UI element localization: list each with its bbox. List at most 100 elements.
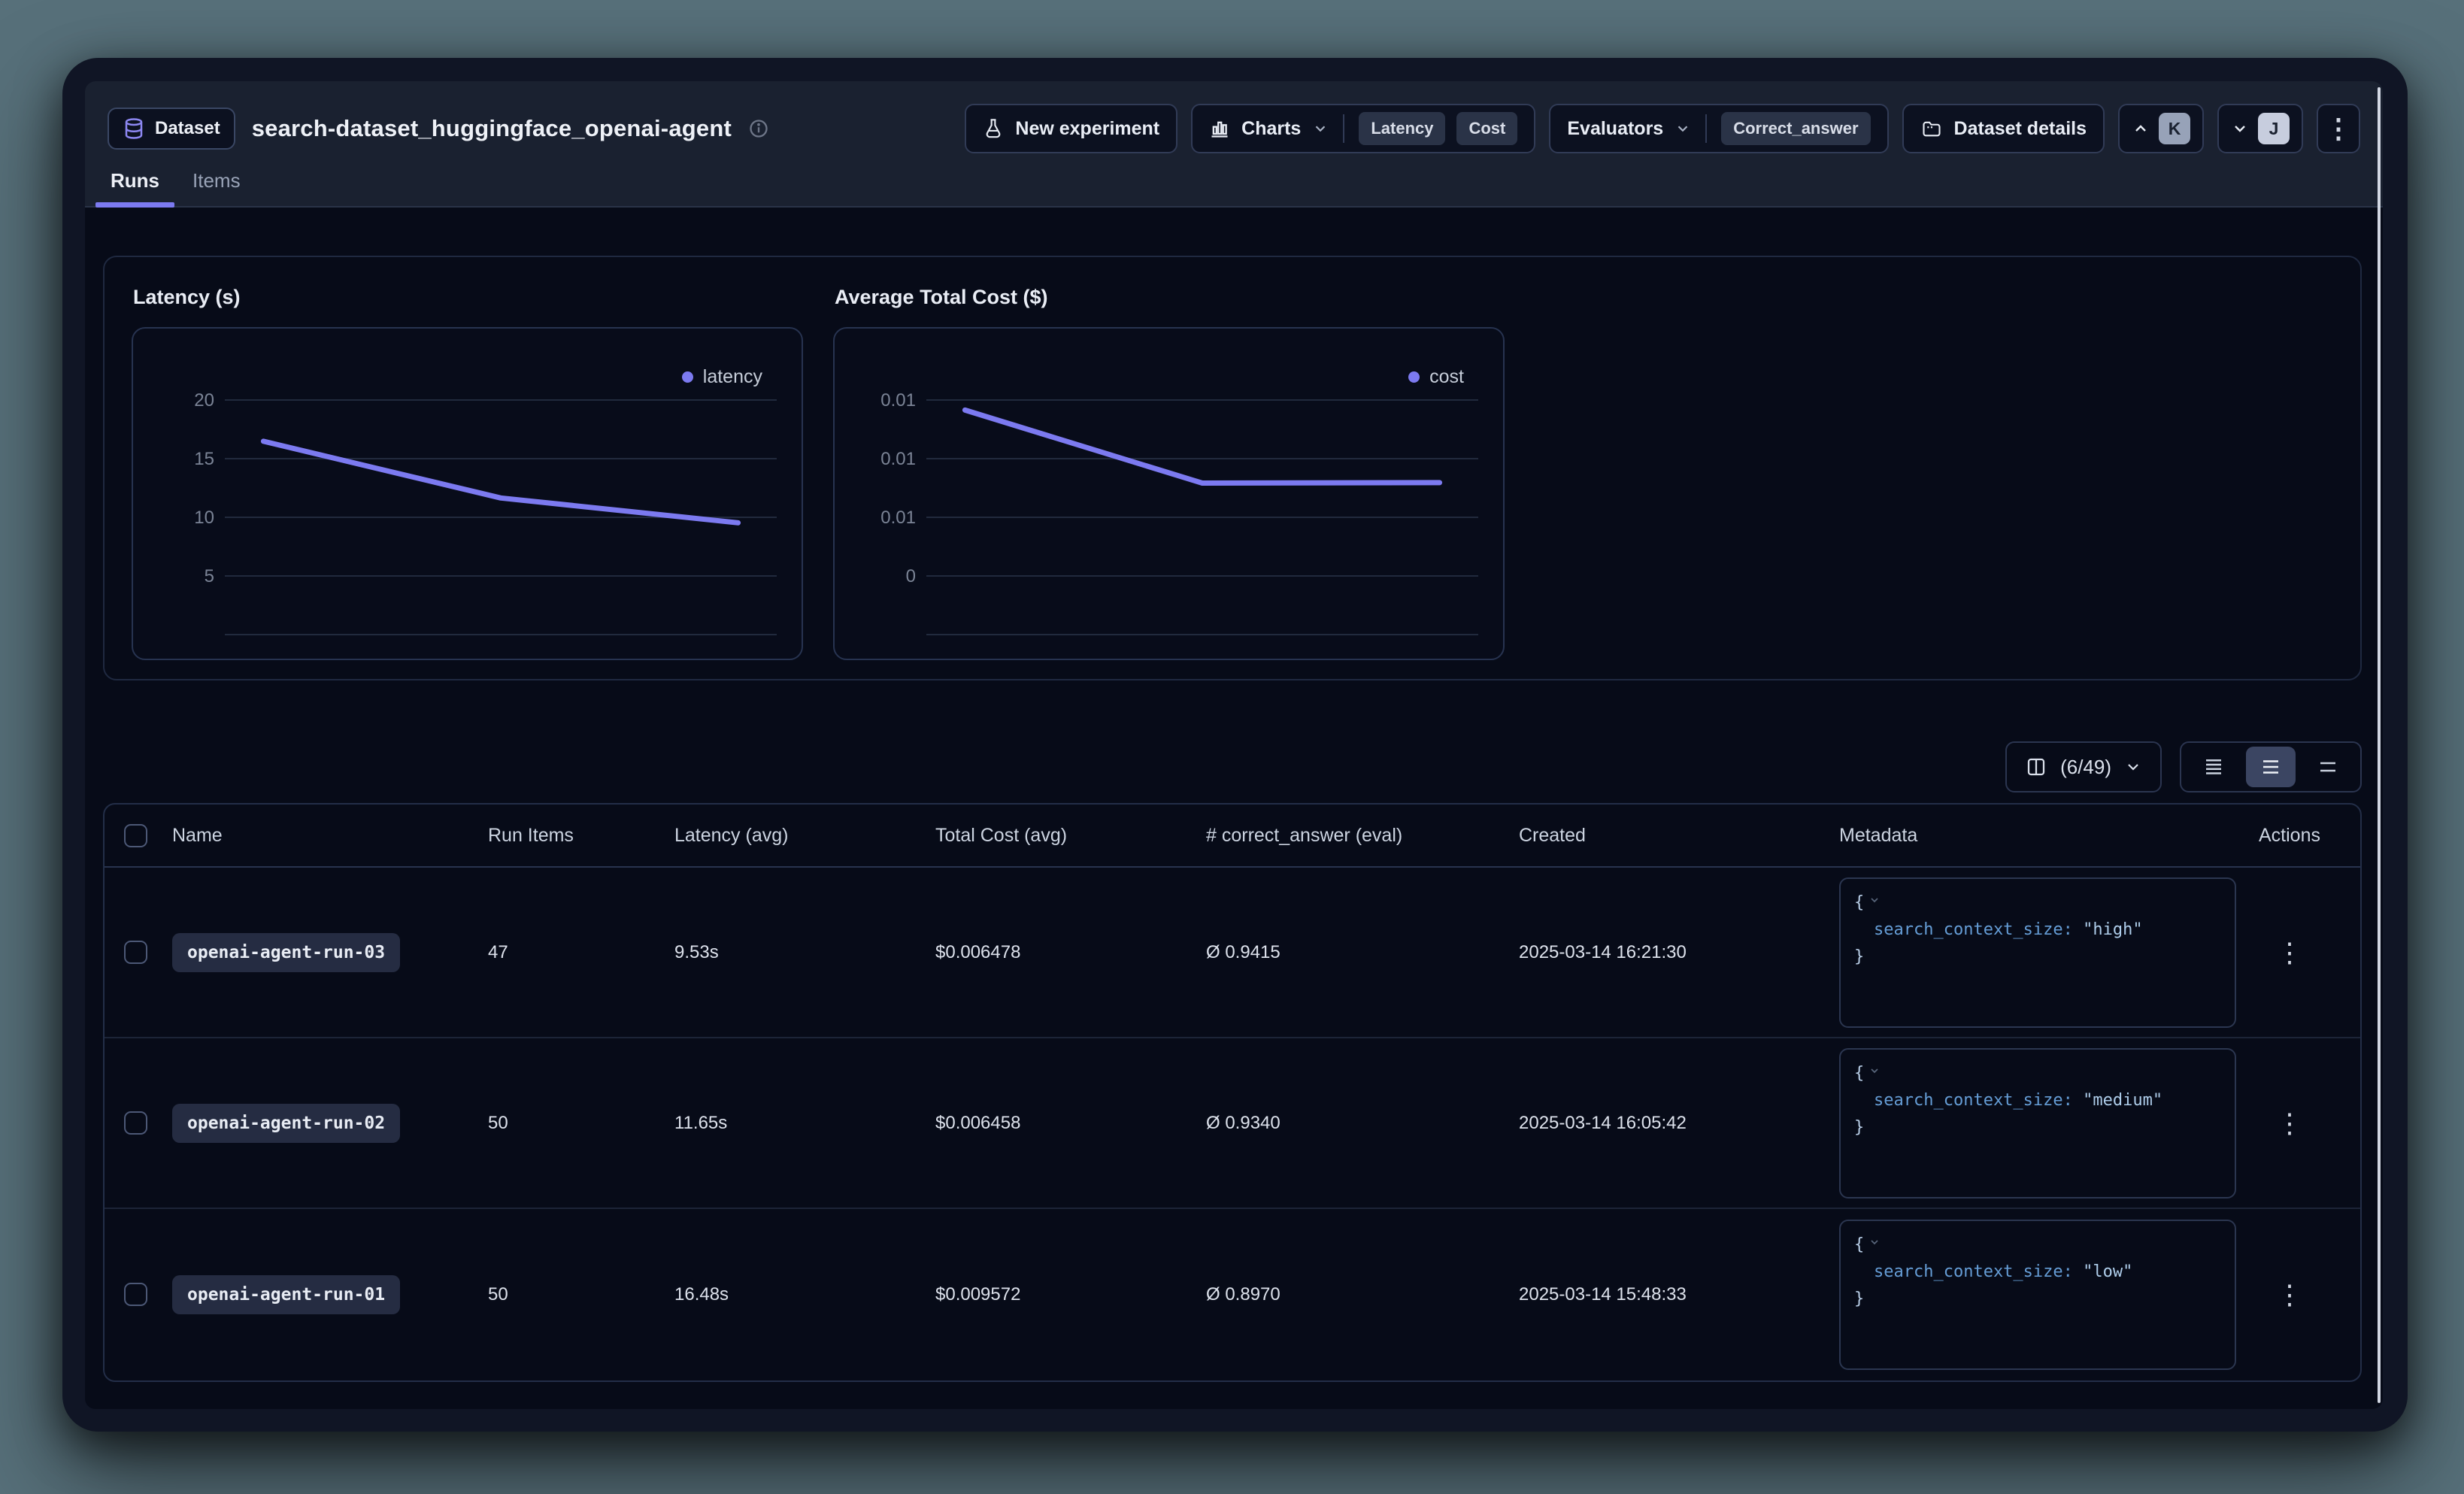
latency-chart-legend: latency (682, 366, 762, 388)
svg-text:0.01: 0.01 (880, 508, 916, 528)
chevron-down-icon (1674, 120, 1691, 137)
columns-icon (2025, 756, 2047, 778)
brace-close: } (1854, 947, 1864, 966)
dataset-details-button[interactable]: Dataset details (1902, 104, 2105, 153)
run-items-cell: 50 (488, 1113, 674, 1134)
kebab-menu-icon: ⋮ (2276, 1279, 2303, 1311)
row-checkbox[interactable] (124, 1283, 147, 1306)
charts-dropdown[interactable]: Charts (1241, 118, 1301, 140)
select-all-checkbox[interactable] (124, 824, 147, 847)
row-actions-menu[interactable]: ⋮ (2269, 929, 2310, 977)
metadata-value: "low" (2083, 1262, 2132, 1281)
dataset-badge-label: Dataset (155, 118, 220, 139)
chart-pill-cost[interactable]: Cost (1456, 112, 1517, 145)
run-name-badge[interactable]: openai-agent-run-02 (172, 1104, 400, 1143)
app-surface: Dataset search-dataset_huggingface_opena… (85, 81, 2383, 1409)
run-items-cell: 47 (488, 942, 674, 963)
row-height-small[interactable] (2189, 747, 2238, 787)
rows-tall-icon (2317, 756, 2339, 778)
row-checkbox[interactable] (124, 941, 147, 964)
cost-chart-legend: cost (1408, 366, 1464, 388)
metadata-json-viewer[interactable]: { search_context_size: "medium" } (1839, 1048, 2236, 1199)
tab-bar: Runs Items (94, 157, 257, 208)
header-actions: New experiment Charts Latency Cost Eval (965, 104, 2360, 153)
shortcut-key-j: J (2258, 113, 2290, 144)
bar-chart-icon (1209, 118, 1230, 139)
table-row[interactable]: openai-agent-run-03 47 9.53s $0.006478 Ø… (105, 868, 2360, 1038)
latency-cell: 9.53s (674, 942, 935, 963)
charts-panel: Latency (s) 2015105 latency Average Tota… (103, 256, 2362, 680)
page-title: search-dataset_huggingface_openai-agent (252, 115, 732, 142)
col-header-created[interactable]: Created (1519, 825, 1839, 847)
chevron-down-icon[interactable] (1868, 1236, 1881, 1248)
new-experiment-button[interactable]: New experiment (965, 104, 1177, 153)
eval-cell: Ø 0.8970 (1206, 1284, 1519, 1305)
metadata-key: search_context_size: (1874, 1091, 2073, 1110)
row-height-large[interactable] (2303, 747, 2353, 787)
info-icon[interactable] (748, 118, 769, 139)
brace-close: } (1854, 1289, 1864, 1308)
svg-text:15: 15 (194, 449, 214, 469)
dataset-details-label: Dataset details (1954, 118, 2087, 140)
column-visibility-button[interactable]: (6/49) (2005, 741, 2162, 792)
cost-chart-group: Average Total Cost ($) 0.010.010.010 cos… (833, 286, 1505, 679)
chevron-down-icon (1312, 120, 1329, 137)
row-height-medium[interactable] (2246, 747, 2296, 787)
table-header-row: Name Run Items Latency (avg) Total Cost … (105, 805, 2360, 868)
eval-cell: Ø 0.9340 (1206, 1113, 1519, 1134)
metadata-json-viewer[interactable]: { search_context_size: "high" } (1839, 877, 2236, 1028)
row-actions-menu[interactable]: ⋮ (2269, 1271, 2310, 1319)
cost-chart: 0.010.010.010 cost (833, 327, 1505, 660)
metadata-key: search_context_size: (1874, 920, 2073, 939)
col-header-metadata[interactable]: Metadata (1839, 825, 2259, 847)
legend-dot (682, 371, 693, 383)
chevron-down-icon (2124, 758, 2142, 776)
metadata-json-viewer[interactable]: { search_context_size: "low" } (1839, 1220, 2236, 1370)
run-name-badge[interactable]: openai-agent-run-03 (172, 933, 400, 972)
legend-label: latency (703, 366, 762, 388)
charts-group: Charts Latency Cost (1191, 104, 1535, 153)
evaluator-pill-correct-answer[interactable]: Correct_answer (1721, 112, 1870, 145)
col-header-correct-answer[interactable]: # correct_answer (eval) (1206, 825, 1519, 847)
new-experiment-label: New experiment (1015, 118, 1159, 140)
kebab-menu-icon: ⋮ (2325, 113, 2352, 144)
tab-items[interactable]: Items (176, 157, 257, 208)
table-row[interactable]: openai-agent-run-01 50 16.48s $0.009572 … (105, 1209, 2360, 1380)
created-cell: 2025-03-14 15:48:33 (1519, 1284, 1839, 1305)
column-count-label: (6/49) (2060, 756, 2111, 779)
row-checkbox[interactable] (124, 1111, 147, 1135)
svg-text:0.01: 0.01 (880, 390, 916, 411)
rows-dense-icon (2202, 756, 2225, 778)
table-row[interactable]: openai-agent-run-02 50 11.65s $0.006458 … (105, 1038, 2360, 1209)
total-cost-cell: $0.006478 (935, 942, 1206, 963)
chevron-down-icon (2231, 120, 2249, 138)
col-header-total-cost[interactable]: Total Cost (avg) (935, 825, 1206, 847)
chart-pill-latency[interactable]: Latency (1359, 112, 1445, 145)
svg-text:0: 0 (906, 566, 916, 586)
legend-label: cost (1429, 366, 1464, 388)
brace-open: { (1854, 1064, 1864, 1083)
next-item-button[interactable]: J (2217, 104, 2303, 153)
row-height-toggle (2180, 741, 2362, 792)
tab-runs[interactable]: Runs (94, 157, 176, 208)
rows-medium-icon (2259, 756, 2282, 778)
col-header-name[interactable]: Name (172, 825, 488, 847)
kebab-menu-icon: ⋮ (2276, 937, 2303, 968)
chevron-down-icon[interactable] (1868, 1065, 1881, 1077)
col-header-run-items[interactable]: Run Items (488, 825, 674, 847)
vertical-scrollbar[interactable] (2378, 87, 2381, 1403)
more-options-button[interactable]: ⋮ (2317, 104, 2360, 153)
chevron-down-icon[interactable] (1868, 894, 1881, 906)
latency-chart: 2015105 latency (132, 327, 803, 660)
created-cell: 2025-03-14 16:05:42 (1519, 1113, 1839, 1134)
evaluators-dropdown[interactable]: Evaluators (1567, 118, 1663, 140)
previous-item-button[interactable]: K (2118, 104, 2204, 153)
row-actions-menu[interactable]: ⋮ (2269, 1099, 2310, 1147)
dataset-type-badge[interactable]: Dataset (108, 108, 235, 150)
run-name-badge[interactable]: openai-agent-run-01 (172, 1275, 400, 1314)
divider (1705, 114, 1707, 143)
total-cost-cell: $0.006458 (935, 1113, 1206, 1134)
kebab-menu-icon: ⋮ (2276, 1108, 2303, 1139)
divider (1343, 114, 1344, 143)
col-header-latency[interactable]: Latency (avg) (674, 825, 935, 847)
